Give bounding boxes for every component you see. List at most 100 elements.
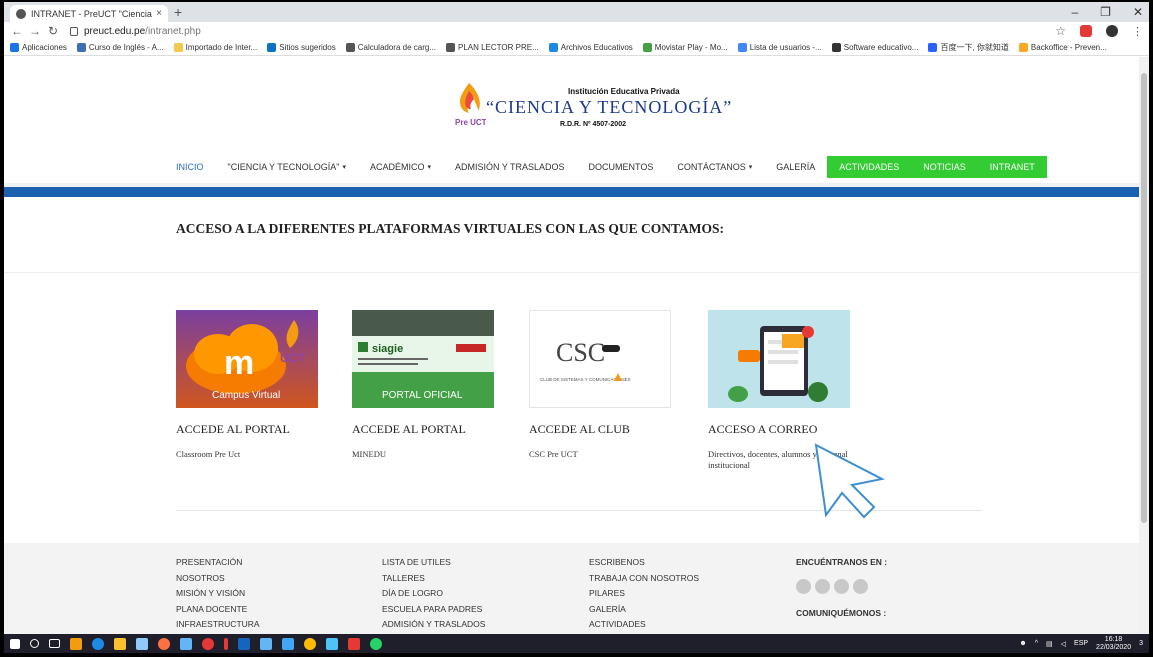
bookmark-item[interactable]: Calculadora de carg... — [345, 43, 436, 52]
new-tab-button[interactable]: + — [174, 4, 182, 20]
network-icon[interactable]: ▤ — [1046, 640, 1053, 648]
footer-link[interactable]: LISTA DE UTILES — [382, 555, 485, 571]
nav-item[interactable]: ACTIVIDADES — [827, 156, 912, 178]
nav-item[interactable]: "CIENCIA Y TECNOLOGÍA" ▾ — [216, 156, 358, 178]
bookmark-item[interactable]: Sitios sugeridos — [267, 43, 336, 52]
task-view-icon[interactable] — [49, 639, 60, 648]
bookmark-item[interactable]: 百度一下, 你就知道 — [928, 42, 1009, 53]
app-icon[interactable] — [326, 637, 338, 650]
footer-link[interactable]: PILARES — [589, 586, 699, 602]
footer-link[interactable]: ACTIVIDADES — [589, 617, 699, 633]
nav-item[interactable]: DOCUMENTOS — [577, 156, 666, 178]
menu-kebab-icon[interactable]: ⋮ — [1132, 25, 1143, 38]
facebook-icon[interactable] — [815, 578, 830, 594]
nav-item[interactable]: INTRANET — [977, 156, 1047, 178]
ie-browser-icon[interactable] — [92, 637, 104, 650]
app-icon[interactable] — [70, 637, 82, 650]
youtube-icon[interactable] — [853, 578, 868, 594]
people-icon[interactable]: ☻ — [1019, 640, 1026, 647]
profile-avatar-icon[interactable] — [1106, 25, 1118, 37]
nav-item[interactable]: ACADÉMICO ▾ — [358, 156, 443, 178]
tray-chevron-icon[interactable]: ^ — [1035, 640, 1038, 647]
logo-registration: R.D.R. Nº 4507-2002 — [560, 121, 626, 128]
bookmark-item[interactable]: Backoffice - Preven... — [1018, 43, 1107, 52]
onedrive-icon[interactable] — [180, 637, 192, 650]
extension-icon[interactable] — [1080, 25, 1092, 37]
address-bar[interactable]: preuct.edu.pe /intranet.php — [70, 26, 201, 37]
app-icon[interactable] — [260, 637, 272, 650]
club-thumbnail[interactable]: CSC CLUB DE SISTEMAS Y COMUNICACIONES — [529, 310, 671, 408]
nav-item[interactable]: CONTÁCTANOS ▾ — [665, 156, 764, 178]
search-icon[interactable] — [30, 639, 39, 648]
bookmark-item[interactable]: Aplicaciones — [10, 43, 67, 52]
card-classroom[interactable]: m UCT Campus Virtual ACCEDE AL PORTAL Cl… — [176, 310, 318, 460]
start-icon[interactable] — [10, 638, 20, 649]
card-title[interactable]: ACCESO A CORREO — [708, 422, 850, 437]
footer-link[interactable]: INFRAESTRUCTURA — [176, 617, 260, 633]
footer-link[interactable]: DÍA DE LOGRO — [382, 586, 485, 602]
page-scrollbar[interactable] — [1139, 57, 1149, 634]
scrollbar-thumb[interactable] — [1141, 73, 1147, 523]
footer-link[interactable]: TRABAJA CON NOSOTROS — [589, 571, 699, 587]
bookmark-item[interactable]: Software educativo... — [831, 43, 918, 52]
footer-link[interactable]: ESCRIBENOS — [589, 555, 699, 571]
nav-item[interactable]: GALERÍA — [764, 156, 827, 178]
clock[interactable]: 16:18 22/03/2020 — [1096, 636, 1131, 652]
reload-icon[interactable]: ↻ — [46, 24, 60, 38]
chrome-icon[interactable] — [304, 637, 316, 650]
maximize-icon[interactable]: ❐ — [1100, 5, 1111, 19]
notification-icon[interactable]: 3 — [1139, 640, 1143, 647]
footer-link[interactable]: NOSOTROS — [176, 571, 260, 587]
bookmark-item[interactable]: Movistar Play - Mo... — [642, 43, 728, 52]
window-controls: – ❐ ✕ — [1071, 5, 1143, 19]
word-icon[interactable] — [238, 637, 250, 650]
minedu-thumbnail[interactable]: siagie PORTAL OFICIAL — [352, 310, 494, 408]
footer-link[interactable]: ADMISIÓN Y TRASLADOS — [382, 617, 485, 633]
svg-text:m: m — [224, 344, 254, 382]
app-icon[interactable] — [282, 637, 294, 650]
caret-down-icon: ▾ — [342, 164, 346, 171]
netflix-icon[interactable] — [224, 637, 228, 650]
bookmark-star-icon[interactable]: ☆ — [1055, 24, 1066, 38]
nav-item[interactable]: NOTICIAS — [911, 156, 978, 178]
footer-link[interactable]: GALERÍA — [589, 602, 699, 618]
firefox-icon[interactable] — [158, 637, 170, 650]
classroom-thumbnail[interactable]: m UCT Campus Virtual — [176, 310, 318, 408]
card-club[interactable]: CSC CLUB DE SISTEMAS Y COMUNICACIONES AC… — [529, 310, 671, 460]
whatsapp-icon[interactable] — [370, 637, 382, 650]
language-indicator[interactable]: ESP — [1074, 640, 1088, 647]
opera-icon[interactable] — [202, 637, 214, 650]
file-explorer-icon[interactable] — [114, 637, 126, 650]
footer-link[interactable]: TALLERES — [382, 571, 485, 587]
googleplus-icon[interactable] — [834, 578, 849, 594]
mail-thumbnail[interactable] — [708, 310, 850, 408]
forward-icon[interactable]: → — [28, 24, 42, 38]
tab-close-icon[interactable]: × — [156, 8, 162, 19]
card-title[interactable]: ACCEDE AL PORTAL — [176, 422, 318, 437]
bookmark-item[interactable]: Importado de Inter... — [173, 43, 257, 52]
store-icon[interactable] — [136, 637, 148, 650]
section-divider — [4, 272, 1139, 273]
bookmark-item[interactable]: Archivos Educativos — [548, 43, 633, 52]
card-minedu[interactable]: siagie PORTAL OFICIAL ACCEDE AL PORTAL M… — [352, 310, 494, 460]
bookmark-item[interactable]: Curso de Inglés - A... — [76, 43, 164, 52]
back-icon[interactable]: ← — [10, 24, 24, 38]
footer-link[interactable]: ESCUELA PARA PADRES — [382, 602, 485, 618]
filezilla-icon[interactable] — [348, 637, 360, 650]
bookmark-item[interactable]: PLAN LECTOR PRE... — [445, 43, 539, 52]
card-title[interactable]: ACCEDE AL CLUB — [529, 422, 671, 437]
minimize-icon[interactable]: – — [1071, 5, 1078, 19]
browser-tab[interactable]: INTRANET - PreUCT "Ciencia y T × — [10, 5, 168, 22]
nav-item[interactable]: INICIO — [164, 156, 216, 178]
footer-link[interactable]: MISIÓN Y VISIÓN — [176, 586, 260, 602]
svg-text:UCT: UCT — [280, 351, 305, 365]
footer-link[interactable]: PRESENTACIÓN — [176, 555, 260, 571]
close-icon[interactable]: ✕ — [1133, 5, 1143, 19]
site-logo[interactable]: Pre UCT Institución Educativa Privada “C… — [452, 81, 732, 137]
footer-link[interactable]: PLANA DOCENTE — [176, 602, 260, 618]
nav-item[interactable]: ADMISIÓN Y TRASLADOS — [443, 156, 577, 178]
bookmark-item[interactable]: Lista de usuarios -... — [737, 43, 822, 52]
volume-icon[interactable]: ◁ — [1061, 640, 1066, 648]
twitter-icon[interactable] — [796, 578, 811, 594]
card-title[interactable]: ACCEDE AL PORTAL — [352, 422, 494, 437]
